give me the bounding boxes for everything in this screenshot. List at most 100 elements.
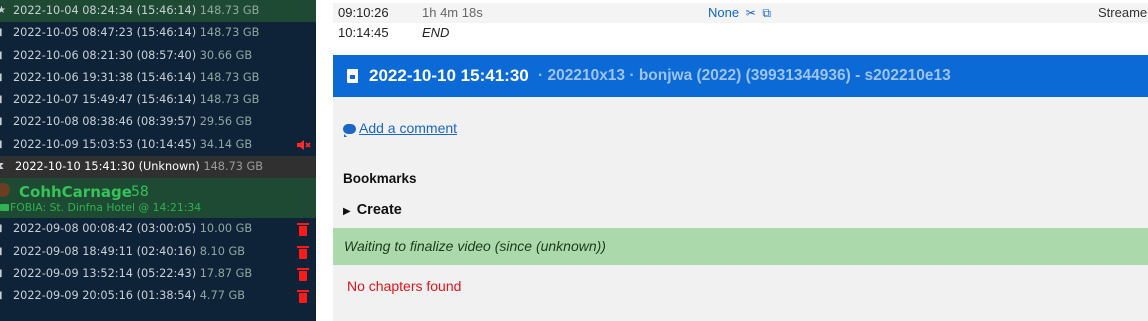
video-file-icon <box>347 69 358 83</box>
trash-icon[interactable] <box>297 267 309 281</box>
video-duration: (15:46:14) <box>136 93 197 107</box>
external-link-icon[interactable]: ⧉ <box>762 6 771 20</box>
chapter-row: 10:14:45 END <box>333 23 1148 43</box>
main-panel: 09:10:26 1h 4m 18s None ✂ ⧉ Streame 10:1… <box>333 0 1148 321</box>
video-date: 2022-09-09 20:05:16 <box>13 289 133 303</box>
video-date: 2022-09-08 18:49:11 <box>13 244 133 258</box>
video-duration: (03:00:05) <box>136 222 197 236</box>
video-list-item[interactable]: ▮ 2022-10-07 15:49:47 (15:46:14) 148.73 G… <box>0 89 316 111</box>
star-icon: ★ <box>0 5 6 16</box>
video-date: 2022-10-07 15:49:47 <box>13 93 133 107</box>
video-size: 4.77 GB <box>199 289 245 303</box>
film-icon: ▮ <box>0 218 7 240</box>
add-comment-link[interactable]: Add a comment <box>343 120 457 137</box>
comment-icon <box>343 124 356 137</box>
video-duration: (15:46:14) <box>136 70 197 84</box>
video-list-item[interactable]: ▮ 2022-10-08 08:38:46 (08:39:57) 29.56 GB <box>0 111 316 133</box>
disclosure-triangle-icon: ▶ <box>343 206 351 217</box>
film-icon: ▮ <box>0 241 7 263</box>
video-size: 17.87 GB <box>199 266 253 280</box>
video-duration: (15:46:14) <box>136 4 197 17</box>
chapter-time: 10:14:45 <box>338 25 389 40</box>
bookmarks-heading: Bookmarks <box>343 171 417 186</box>
film-icon: ▮ <box>0 89 7 111</box>
video-duration: (08:57:40) <box>136 48 197 62</box>
bookmarks-create-toggle[interactable]: ▶ Create <box>343 202 402 218</box>
trash-icon[interactable] <box>297 223 309 237</box>
video-date: 2022-10-04 08:24:34 <box>13 4 133 17</box>
video-duration: (15:46:14) <box>136 26 197 40</box>
finalize-notice: Waiting to finalize video (since (unknow… <box>333 228 1148 265</box>
channel-header[interactable]: CohhCarnage 58 FOBIA: St. Dinfna Hotel @… <box>0 178 316 219</box>
film-icon: ▮ <box>0 285 7 307</box>
chapter-game-link[interactable]: None <box>708 5 739 20</box>
video-list-item[interactable]: ▮ 2022-09-09 20:05:16 (01:38:54) 4.77 GB <box>0 285 316 307</box>
video-list-item[interactable]: ★ 2022-10-04 08:24:34 (15:46:14) 148.73 G… <box>0 0 316 23</box>
video-list-item[interactable]: ▮ 2022-10-05 08:47:23 (15:46:14) 148.73 G… <box>0 22 316 44</box>
video-list-item[interactable]: ▮ 2022-10-09 15:03:53 (10:14:45) 34.14 GB <box>0 134 316 156</box>
channel-status: FOBIA: St. Dinfna Hotel @ 14:21:34 <box>10 201 202 215</box>
scissors-icon[interactable]: ✂ <box>746 6 756 20</box>
add-comment-label[interactable]: Add a comment <box>359 120 457 136</box>
video-list-item[interactable]: ▮ 2022-09-08 00:08:42 (03:00:05) 10.00 GB <box>0 218 316 240</box>
video-date: 2022-10-06 08:21:30 <box>13 48 133 62</box>
channel-video-count: 58 <box>131 184 149 201</box>
channel-name[interactable]: CohhCarnage <box>19 183 132 201</box>
video-title-date: 2022-10-10 15:41:30 <box>369 66 529 85</box>
video-list-item[interactable]: ▮ 2022-09-08 18:49:11 (02:40:16) 8.10 GB <box>0 241 316 263</box>
video-size: 148.73 GB <box>199 26 260 40</box>
video-size: 30.66 GB <box>199 48 253 62</box>
trash-icon[interactable] <box>297 245 309 259</box>
video-date: 2022-09-08 00:08:42 <box>13 222 133 236</box>
video-date: 2022-10-05 08:47:23 <box>13 26 133 40</box>
trash-icon[interactable] <box>297 290 309 304</box>
video-size: 148.73 GB <box>199 70 260 84</box>
video-size: 8.10 GB <box>199 244 245 258</box>
film-icon: ▮ <box>0 45 7 67</box>
muted-speaker-icon[interactable] <box>296 138 312 152</box>
video-duration: (02:40:16) <box>136 244 197 258</box>
video-duration: (05:22:43) <box>136 266 197 280</box>
chapter-end-label: END <box>422 25 450 40</box>
video-duration: (Unknown) <box>138 160 200 174</box>
video-list-item[interactable]: ▮ 2022-09-09 13:52:14 (05:22:43) 17.87 GB <box>0 263 316 285</box>
video-duration: (01:38:54) <box>136 289 197 303</box>
current-video-item[interactable]: ⧗ 2022-10-10 15:41:30 (Unknown) 148.73 G… <box>0 156 316 179</box>
film-icon: ▮ <box>0 111 7 133</box>
video-size: 29.56 GB <box>199 115 253 129</box>
film-icon: ▮ <box>0 134 7 156</box>
video-date: 2022-10-10 15:41:30 <box>15 160 135 174</box>
chapters-table: 09:10:26 1h 4m 18s None ✂ ⧉ Streame 10:1… <box>333 3 1148 43</box>
video-duration: (08:39:57) <box>136 115 197 129</box>
video-date: 2022-10-08 08:38:46 <box>13 115 133 129</box>
channel-avatar <box>0 183 10 198</box>
hourglass-icon: ⧗ <box>0 161 5 173</box>
video-date: 2022-10-09 15:03:53 <box>13 137 133 151</box>
chapter-streamed: Streame <box>1098 5 1148 20</box>
chapter-duration: 1h 4m 18s <box>422 5 483 20</box>
chapter-time: 09:10:26 <box>338 5 389 20</box>
chapter-row: 09:10:26 1h 4m 18s None ✂ ⧉ Streame <box>333 3 1148 23</box>
video-size: 148.73 GB <box>203 160 264 174</box>
no-chapters-message: No chapters found <box>347 278 462 294</box>
film-icon: ▮ <box>0 263 7 285</box>
chapter-game[interactable]: None ✂ ⧉ <box>708 3 771 23</box>
video-size: 34.14 GB <box>199 137 253 151</box>
live-status-icon <box>0 204 9 212</box>
video-date: 2022-09-09 13:52:14 <box>13 266 133 280</box>
video-size: 148.73 GB <box>199 93 260 107</box>
video-list-item[interactable]: ▮ 2022-10-06 19:31:38 (15:46:14) 148.73 G… <box>0 67 316 89</box>
film-icon: ▮ <box>0 67 7 89</box>
video-list: ★ 2022-10-04 08:24:34 (15:46:14) 148.73 G… <box>0 0 316 156</box>
create-label[interactable]: Create <box>357 202 402 218</box>
video-header: 2022-10-10 15:41:30 · 202210x13 · bonjwa… <box>333 55 1148 97</box>
channel-video-list: ▮ 2022-09-08 00:08:42 (03:00:05) 10.00 GB… <box>0 218 316 307</box>
video-list-item[interactable]: ▮ 2022-10-06 08:21:30 (08:57:40) 30.66 GB <box>0 45 316 67</box>
video-date: 2022-10-06 19:31:38 <box>13 70 133 84</box>
video-size: 148.73 GB <box>199 4 260 17</box>
video-info: · 202210x13 · bonjwa (2022) (39931344936… <box>538 67 951 84</box>
video-duration: (10:14:45) <box>136 137 197 151</box>
video-size: 10.00 GB <box>199 222 253 236</box>
film-icon: ▮ <box>0 22 7 44</box>
video-sidebar: ★ 2022-10-04 08:24:34 (15:46:14) 148.73 G… <box>0 0 316 321</box>
